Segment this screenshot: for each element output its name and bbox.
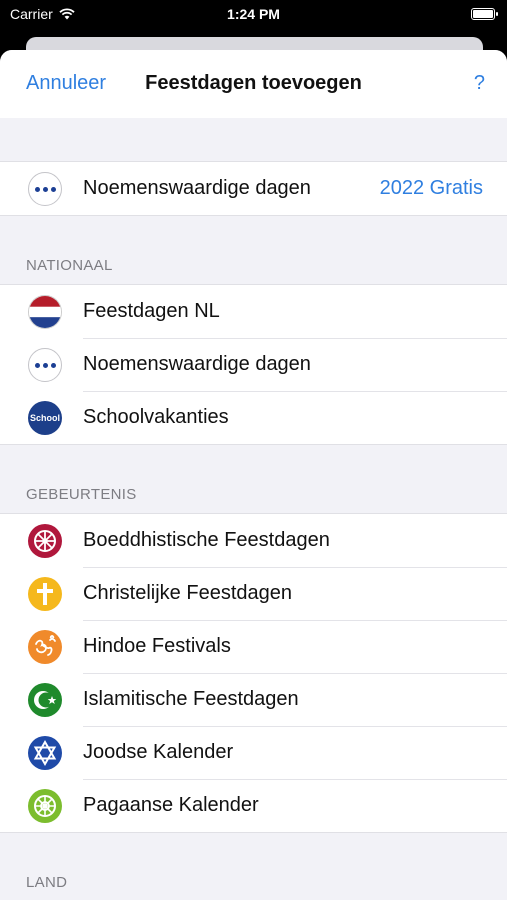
list-item-hindoe[interactable]: Hindoe Festivals [0,620,507,673]
row-label: Islamitische Feestdagen [83,673,507,726]
netherlands-flag-icon [28,295,62,329]
list-item-pagaans[interactable]: Pagaanse Kalender [0,779,507,832]
navigation-bar: Annuleer Feestdagen toevoegen ? [0,50,507,118]
row-label: Schoolvakanties [83,391,507,444]
dots-icon [28,348,62,382]
status-time: 1:24 PM [227,6,280,22]
section-header-event: GEBEURTENIS [0,445,507,513]
school-icon: School [28,401,62,435]
om-icon [28,630,62,664]
battery-icon [471,8,498,20]
section-title: NATIONAAL [26,257,113,274]
price-badge: 2022 Gratis [379,177,483,199]
row-label: Boeddhistische Feestdagen [83,529,330,551]
row-label: Feestdagen NL [83,300,220,322]
promo-row[interactable]: Noemenswaardige dagen 2022 Gratis [0,162,507,215]
list-item-feestdagen-nl[interactable]: Feestdagen NL [0,285,507,338]
section-title: GEBEURTENIS [26,486,137,503]
section-header-national: NATIONAAL [0,216,507,284]
section-header-country: LAND [0,833,507,900]
national-group: Feestdagen NL Noemenswaardige dagen Scho… [0,284,507,445]
promo-group: Noemenswaardige dagen 2022 Gratis [0,161,507,216]
list-item-islamitisch[interactable]: Islamitische Feestdagen [0,673,507,726]
row-label: Noemenswaardige dagen [83,338,507,391]
section-title: LAND [26,874,68,891]
pagan-wheel-icon [28,789,62,823]
list-item-noemenswaardige-dagen[interactable]: Noemenswaardige dagen [0,338,507,391]
help-button[interactable]: ? [474,72,485,95]
modal-sheet: Annuleer Feestdagen toevoegen ? Noemensw… [0,50,507,900]
cross-icon [28,577,62,611]
list-item-schoolvakanties[interactable]: School Schoolvakanties [0,391,507,444]
dots-icon [28,172,62,206]
dharma-wheel-icon [28,524,62,558]
status-bar: Carrier 1:24 PM [0,0,507,30]
event-group: Boeddhistische Feestdagen Christelijke F… [0,513,507,833]
crescent-star-icon [28,683,62,717]
list-item-christelijk[interactable]: Christelijke Feestdagen [0,567,507,620]
row-label: Pagaanse Kalender [83,779,507,832]
row-label: Christelijke Feestdagen [83,567,507,620]
row-label: Hindoe Festivals [83,620,507,673]
row-label: Joodse Kalender [83,726,507,779]
list-item-joods[interactable]: Joodse Kalender [0,726,507,779]
page-title: Feestdagen toevoegen [145,72,362,94]
school-icon-text: School [29,413,60,423]
star-of-david-icon [28,736,62,770]
list-item-boeddhistisch[interactable]: Boeddhistische Feestdagen [0,514,507,567]
